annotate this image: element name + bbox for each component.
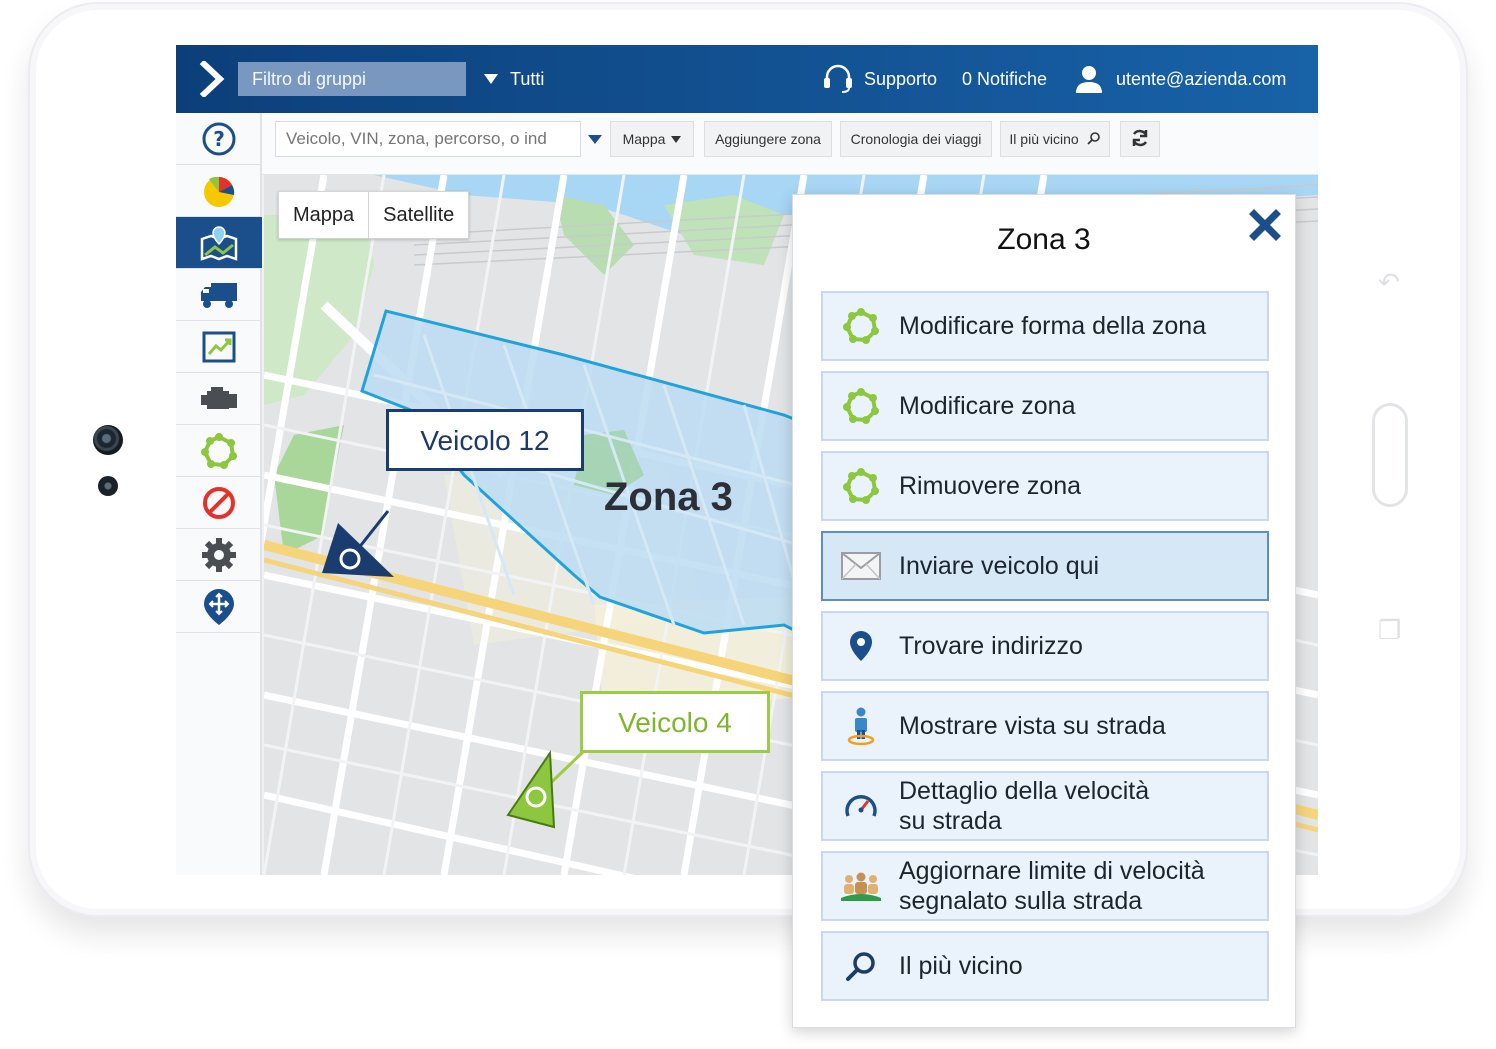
street-view-icon: [847, 707, 875, 746]
location-pin-icon: [850, 631, 872, 661]
map-type-satellite[interactable]: Satellite: [368, 192, 468, 238]
route-pin-icon: [204, 588, 234, 625]
camera-lens-icon: [93, 425, 123, 455]
menu-remove-zone[interactable]: Rimuovere zona: [821, 451, 1269, 521]
map-type-switcher: Mappa Satellite: [278, 191, 470, 239]
nav-vehicles[interactable]: [176, 269, 262, 321]
group-dropdown-value: Tutti: [510, 69, 545, 89]
left-navigation: ?: [176, 113, 262, 875]
menu-chevron-icon[interactable]: [198, 61, 228, 97]
map-type-mappa[interactable]: Mappa: [279, 192, 368, 238]
nearest-label: Il più vicino: [1009, 131, 1079, 147]
refresh-icon: [1132, 129, 1148, 147]
menu-street-view[interactable]: Mostrare vista su strada: [821, 691, 1269, 761]
menu-label: Modificare zona: [899, 392, 1076, 420]
menu-label-line1: Dettaglio della velocità: [899, 777, 1150, 805]
nav-map[interactable]: [176, 217, 262, 269]
zone-shape-icon: [843, 308, 879, 344]
menu-edit-zone[interactable]: Modificare zona: [821, 371, 1269, 441]
menu-label: Trovare indirizzo: [899, 632, 1083, 660]
support-label: Supporto: [864, 69, 938, 89]
nearest-button[interactable]: Il più vicino: [1000, 121, 1110, 157]
menu-label-line1: Aggiornare limite di velocità: [899, 857, 1205, 885]
top-bar: Filtro di gruppi Tutti Supporto 0 Notifi…: [176, 45, 1318, 113]
menu-label-line2: segnalato sulla strada: [899, 887, 1143, 915]
nav-engine[interactable]: [176, 373, 262, 425]
nav-zones[interactable]: [176, 425, 262, 477]
refresh-button[interactable]: [1120, 121, 1160, 157]
menu-label: Il più vicino: [899, 952, 1023, 980]
svg-text:?: ?: [213, 127, 225, 151]
sensor-icon: [98, 476, 118, 496]
home-button[interactable]: [1372, 403, 1408, 507]
pie-chart-icon: [204, 176, 235, 207]
menu-update-speed-limit[interactable]: Aggiornare limite di velocità segnalato s…: [821, 851, 1269, 921]
notifications-link[interactable]: 0 Notifiche: [962, 62, 1047, 96]
nav-exceptions[interactable]: [176, 477, 262, 529]
user-menu[interactable]: utente@azienda.com: [1074, 62, 1286, 96]
zone-edit-icon: [843, 388, 879, 424]
search-icon: [846, 952, 875, 981]
vehicle-12-callout[interactable]: Veicolo 12: [386, 409, 584, 471]
user-icon: [1076, 66, 1102, 93]
menu-label: Mostrare vista su strada: [899, 712, 1166, 740]
trend-chart-icon: [202, 331, 236, 362]
search-icon: [1086, 132, 1100, 145]
recent-apps-icon[interactable]: ❐: [1378, 616, 1401, 646]
dropdown-arrow-icon: [671, 136, 682, 143]
back-icon[interactable]: ↶: [1378, 268, 1400, 298]
zone-remove-icon: [843, 468, 879, 504]
zone-map-label: Zona 3: [604, 475, 733, 519]
add-zone-button[interactable]: Aggiungere zona: [704, 121, 832, 157]
nav-route[interactable]: [176, 581, 262, 633]
menu-label: Rimuovere zona: [899, 472, 1082, 500]
panel-title: Zona 3: [997, 223, 1091, 256]
support-link[interactable]: Supporto: [822, 62, 937, 96]
menu-label-line2: su strada: [899, 807, 1002, 835]
vehicle-4-callout[interactable]: Veicolo 4: [580, 691, 770, 753]
gear-icon: [202, 537, 236, 572]
menu-speed-detail[interactable]: Dettaglio della velocità su strada: [821, 771, 1269, 841]
menu-label: Aggiornare limite di velocità segnalato s…: [899, 856, 1205, 916]
search-input[interactable]: [275, 121, 581, 157]
group-filter-input[interactable]: Filtro di gruppi: [238, 62, 466, 96]
truck-icon: [201, 282, 237, 308]
nav-dashboard[interactable]: [176, 165, 262, 217]
help-icon: ?: [202, 122, 236, 155]
menu-nearest[interactable]: Il più vicino: [821, 931, 1269, 1001]
envelope-icon: [841, 552, 881, 580]
nav-help[interactable]: ?: [176, 113, 262, 165]
people-group-icon: [841, 872, 881, 901]
nav-reports[interactable]: [176, 321, 262, 373]
dropdown-arrow-icon: [484, 74, 498, 84]
prohibited-icon: [203, 486, 235, 519]
speedometer-icon: [845, 795, 877, 817]
toolbar: Mappa Aggiungere zona Cronologia dei via…: [262, 113, 1318, 175]
menu-label: Modificare forma della zona: [899, 312, 1207, 340]
close-icon[interactable]: [1249, 209, 1281, 241]
zone-icon: [201, 432, 237, 469]
engine-icon: [201, 386, 237, 409]
menu-edit-zone-shape[interactable]: Modificare forma della zona: [821, 291, 1269, 361]
map-menu-button[interactable]: Mappa: [610, 121, 694, 157]
nav-settings[interactable]: [176, 529, 262, 581]
menu-label: Inviare veicolo qui: [899, 552, 1100, 580]
map-menu-label: Mappa: [622, 131, 666, 147]
trip-history-button[interactable]: Cronologia dei viaggi: [840, 121, 992, 157]
search-dropdown-icon[interactable]: [588, 135, 602, 144]
menu-label: Dettaglio della velocità su strada: [899, 776, 1149, 836]
zone-context-panel: Zona 3 Modificare forma della zona Modif…: [792, 194, 1296, 1028]
headset-icon: [824, 64, 852, 93]
menu-send-vehicle[interactable]: Inviare veicolo qui: [821, 531, 1269, 601]
group-dropdown[interactable]: Tutti: [484, 62, 544, 96]
menu-find-address[interactable]: Trovare indirizzo: [821, 611, 1269, 681]
map-icon: [200, 225, 238, 261]
user-email: utente@azienda.com: [1116, 69, 1287, 89]
